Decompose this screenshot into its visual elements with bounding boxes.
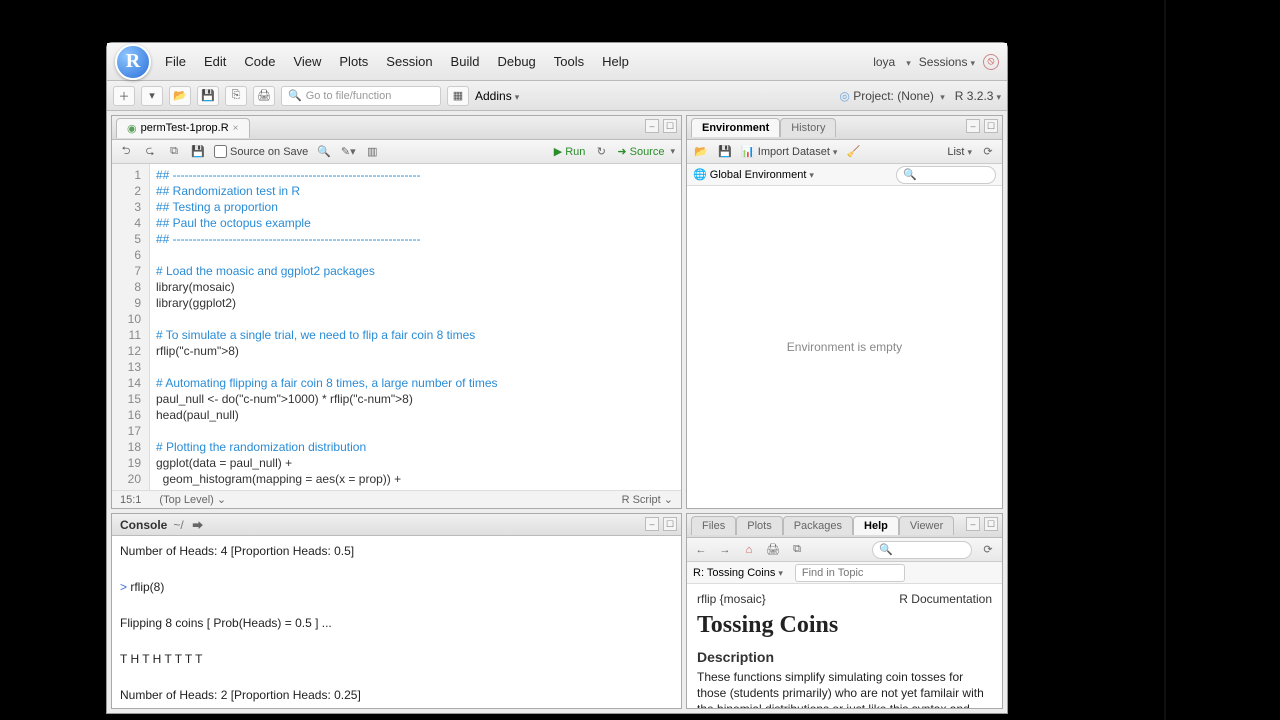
new-project-button[interactable]: ▾ bbox=[141, 86, 163, 106]
code-editor[interactable]: 123456789101112131415161718192021 ## ---… bbox=[112, 164, 681, 490]
project-menu[interactable]: ◎ Project: (None) bbox=[839, 89, 944, 103]
maximize-icon[interactable]: ☐ bbox=[663, 517, 677, 531]
close-session-icon[interactable]: ⦸ bbox=[983, 54, 999, 70]
refresh-icon[interactable]: ⟳ bbox=[980, 542, 996, 558]
help-pane: Files Plots Packages Help Viewer – ☐ ← →… bbox=[686, 513, 1003, 709]
clear-workspace-icon[interactable]: 🧹 bbox=[845, 144, 861, 160]
menu-file[interactable]: File bbox=[165, 54, 186, 69]
console-wd: ~/ bbox=[173, 518, 183, 532]
user-label: loya bbox=[873, 55, 895, 69]
help-pkg-label: rflip {mosaic} bbox=[697, 592, 766, 606]
source-on-save-checkbox[interactable]: Source on Save bbox=[214, 145, 308, 158]
minimize-icon[interactable]: – bbox=[645, 119, 659, 133]
sessions-menu[interactable]: Sessions bbox=[919, 55, 975, 69]
run-button[interactable]: ▶ Run bbox=[554, 145, 586, 158]
menu-edit[interactable]: Edit bbox=[204, 54, 226, 69]
tab-packages[interactable]: Packages bbox=[783, 516, 853, 535]
console-title: Console bbox=[120, 518, 167, 532]
help-print-icon[interactable]: 🖨 bbox=[765, 542, 781, 558]
rscript-icon: ◉ bbox=[127, 122, 137, 135]
help-content[interactable]: rflip {mosaic} R Documentation Tossing C… bbox=[687, 584, 1002, 708]
save-button[interactable]: 💾 bbox=[197, 86, 219, 106]
save-icon[interactable]: 💾 bbox=[190, 144, 206, 160]
source-pane: ◉ permTest-1prop.R × – ☐ ⮌ ⮎ ⧉ 💾 Source … bbox=[111, 115, 682, 509]
scope-selector[interactable]: 🌐 Global Environment bbox=[693, 168, 814, 181]
help-search-input[interactable]: 🔍 bbox=[872, 541, 972, 559]
save-workspace-icon[interactable]: 💾 bbox=[717, 144, 733, 160]
scope-label[interactable]: (Top Level) ⌄ bbox=[159, 493, 226, 506]
find-in-topic-input[interactable] bbox=[795, 564, 905, 582]
help-home-icon[interactable]: ⌂ bbox=[741, 542, 757, 558]
r-version-menu[interactable]: R 3.2.3 bbox=[955, 89, 1001, 103]
refresh-icon[interactable]: ⟳ bbox=[980, 144, 996, 160]
main-toolbar: ＋ ▾ 📂 💾 ⎘ 🖨 🔍Go to file/function ▦ Addin… bbox=[107, 81, 1007, 111]
rstudio-logo: R bbox=[115, 44, 151, 80]
menubar: R File Edit Code View Plots Session Buil… bbox=[107, 43, 1007, 81]
load-workspace-icon[interactable]: 📂 bbox=[693, 144, 709, 160]
save-all-button[interactable]: ⎘ bbox=[225, 86, 247, 106]
source-button[interactable]: ➜ Source bbox=[617, 145, 675, 158]
menu-help[interactable]: Help bbox=[602, 54, 629, 69]
grid-view-button[interactable]: ▦ bbox=[447, 86, 469, 106]
source-tab[interactable]: ◉ permTest-1prop.R × bbox=[116, 118, 250, 138]
source-filename: permTest-1prop.R bbox=[141, 122, 229, 134]
help-desc-text: These functions simplify simulating coin… bbox=[697, 669, 992, 708]
menu-view[interactable]: View bbox=[293, 54, 321, 69]
help-back-icon[interactable]: ← bbox=[693, 542, 709, 558]
help-title: Tossing Coins bbox=[697, 612, 992, 639]
minimize-icon[interactable]: – bbox=[966, 517, 980, 531]
compile-report-icon[interactable]: ▥ bbox=[364, 144, 380, 160]
minimize-icon[interactable]: – bbox=[645, 517, 659, 531]
tab-history[interactable]: History bbox=[780, 118, 836, 137]
environment-pane: Environment History – ☐ 📂 💾 📊 Import Dat… bbox=[686, 115, 1003, 509]
open-file-button[interactable]: 📂 bbox=[169, 86, 191, 106]
import-dataset-button[interactable]: 📊 Import Dataset bbox=[741, 145, 837, 158]
menu-debug[interactable]: Debug bbox=[497, 54, 535, 69]
maximize-icon[interactable]: ☐ bbox=[984, 119, 998, 133]
menu-tools[interactable]: Tools bbox=[554, 54, 584, 69]
tab-environment[interactable]: Environment bbox=[691, 118, 780, 137]
main-menus: File Edit Code View Plots Session Build … bbox=[165, 54, 629, 69]
close-tab-icon[interactable]: × bbox=[233, 123, 239, 134]
menu-code[interactable]: Code bbox=[244, 54, 275, 69]
menu-plots[interactable]: Plots bbox=[339, 54, 368, 69]
tab-files[interactable]: Files bbox=[691, 516, 736, 535]
wand-icon[interactable]: ✎▾ bbox=[340, 144, 356, 160]
tab-plots[interactable]: Plots bbox=[736, 516, 782, 535]
find-icon[interactable]: 🔍 bbox=[316, 144, 332, 160]
cursor-position: 15:1 bbox=[120, 494, 141, 506]
list-view-toggle[interactable]: List bbox=[947, 146, 972, 158]
help-popout-icon[interactable]: ⧉ bbox=[789, 542, 805, 558]
menu-build[interactable]: Build bbox=[451, 54, 480, 69]
tab-viewer[interactable]: Viewer bbox=[899, 516, 954, 535]
maximize-icon[interactable]: ☐ bbox=[984, 517, 998, 531]
minimize-icon[interactable]: – bbox=[966, 119, 980, 133]
console-pane: Console ~/ ⮕ – ☐ Number of Heads: 4 [Pro… bbox=[111, 513, 682, 709]
console-output[interactable]: Number of Heads: 4 [Proportion Heads: 0.… bbox=[112, 536, 681, 708]
help-doc-label: R Documentation bbox=[899, 592, 992, 606]
addins-menu[interactable]: Addins bbox=[475, 89, 519, 103]
tab-help[interactable]: Help bbox=[853, 516, 899, 535]
menu-session[interactable]: Session bbox=[386, 54, 432, 69]
file-type-label[interactable]: R Script ⌄ bbox=[622, 493, 673, 506]
print-button[interactable]: 🖨 bbox=[253, 86, 275, 106]
env-empty-label: Environment is empty bbox=[687, 186, 1002, 508]
help-topic-dropdown[interactable]: R: Tossing Coins bbox=[693, 567, 783, 579]
rstudio-window: R File Edit Code View Plots Session Buil… bbox=[106, 42, 1008, 714]
help-desc-heading: Description bbox=[697, 649, 992, 665]
maximize-icon[interactable]: ☐ bbox=[663, 119, 677, 133]
env-search-input[interactable]: 🔍 bbox=[896, 166, 996, 184]
help-forward-icon[interactable]: → bbox=[717, 542, 733, 558]
user-dropdown-icon[interactable] bbox=[903, 55, 911, 69]
new-file-button[interactable]: ＋ bbox=[113, 86, 135, 106]
goto-wd-icon[interactable]: ⮕ bbox=[190, 517, 206, 533]
back-icon[interactable]: ⮌ bbox=[118, 144, 134, 160]
forward-icon[interactable]: ⮎ bbox=[142, 144, 158, 160]
goto-file-input[interactable]: 🔍Go to file/function bbox=[281, 86, 441, 106]
show-in-new-icon[interactable]: ⧉ bbox=[166, 144, 182, 160]
rerun-icon[interactable]: ↻ bbox=[593, 144, 609, 160]
